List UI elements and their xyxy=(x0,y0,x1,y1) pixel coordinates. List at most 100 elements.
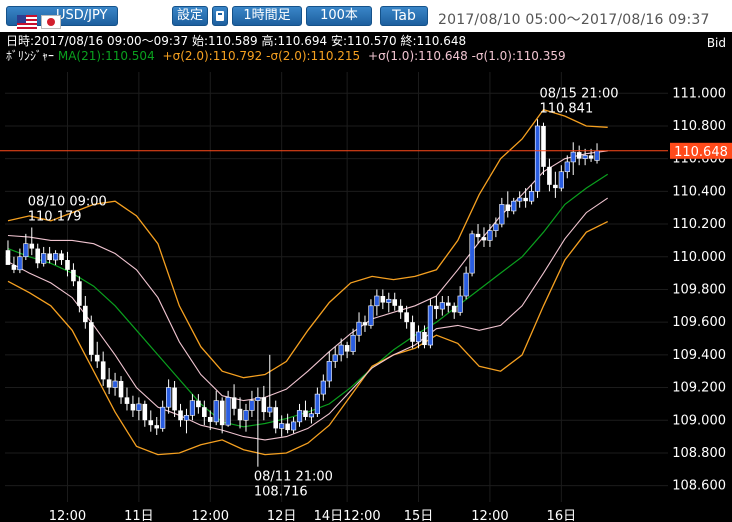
candle-body xyxy=(124,397,130,404)
candle-body xyxy=(273,407,279,429)
candle-body xyxy=(362,322,368,326)
symbol-selector[interactable]: USD/JPY xyxy=(6,6,118,29)
candle-body xyxy=(142,403,148,421)
candle-body xyxy=(553,184,558,189)
candle-body xyxy=(237,408,243,421)
x-tick-label: 12:00 xyxy=(471,509,508,522)
candle-body xyxy=(100,361,106,380)
candle-body xyxy=(445,302,451,306)
candle-body xyxy=(404,312,409,323)
toolbar: USD/JPY 設定 1時間足 100本 Tab 2017/08/10 05:0… xyxy=(0,0,732,32)
bar-count-button[interactable]: 100本 xyxy=(306,6,372,26)
candle-body xyxy=(415,331,422,343)
candle-body xyxy=(249,400,255,411)
y-tick-label: 109.400 xyxy=(672,348,726,363)
candle-body xyxy=(451,305,457,313)
candle-body xyxy=(594,150,600,161)
sigma2-info: +σ(2.0):110.792 -σ(2.0):110.215 xyxy=(163,49,361,63)
candle-body xyxy=(576,152,582,159)
us-flag-icon xyxy=(17,15,37,29)
candle-body xyxy=(71,269,76,282)
candle-body xyxy=(172,387,177,411)
candle-body xyxy=(112,380,118,388)
candle-body xyxy=(148,420,154,426)
ohlc-info: 日時:2017/08/16 09:00〜09:37 始:110.589 高:11… xyxy=(6,33,466,48)
price-type-label: Bid xyxy=(707,36,726,50)
y-tick-label: 110.800 xyxy=(672,119,726,134)
candle-body xyxy=(267,406,273,413)
candle-body xyxy=(136,403,142,411)
candle-body xyxy=(52,253,59,261)
candle-body xyxy=(499,204,505,225)
candle-body xyxy=(154,425,160,429)
candle-body xyxy=(392,299,398,306)
candle-body xyxy=(83,305,88,323)
candle-body xyxy=(541,125,546,167)
candle-body xyxy=(344,345,350,352)
candle-body xyxy=(225,397,231,426)
calculator-button[interactable] xyxy=(212,6,228,26)
chart-background xyxy=(0,32,732,522)
bollinger-label: ﾎﾞﾘﾝｼﾞｬｰ xyxy=(6,49,54,63)
candle-body xyxy=(207,416,213,422)
symbol-label: USD/JPY xyxy=(56,8,108,23)
calculator-icon xyxy=(216,11,224,21)
candle-body xyxy=(398,305,403,313)
candle-body xyxy=(457,295,463,313)
candle-body xyxy=(290,421,297,431)
candle-body xyxy=(434,305,439,310)
sigma1-info: +σ(1.0):110.648 -σ(1.0):110.359 xyxy=(368,49,566,63)
candle-body xyxy=(285,423,290,431)
candle-body xyxy=(196,400,201,408)
candle-body xyxy=(439,302,445,310)
candle-body xyxy=(422,331,427,346)
candle-body xyxy=(570,151,576,163)
tab-button[interactable]: Tab xyxy=(380,6,428,26)
candle-body xyxy=(243,410,249,421)
candle-body xyxy=(17,256,23,271)
y-tick-label: 109.800 xyxy=(672,282,726,297)
candle-body xyxy=(5,250,11,265)
timeframe-button[interactable]: 1時間足 xyxy=(232,6,302,26)
x-tick-label: 12日 xyxy=(267,509,297,522)
ma-info: MA(21):110.504 xyxy=(58,49,155,63)
x-tick-label: 12:00 xyxy=(49,509,86,522)
candle-body xyxy=(534,125,541,192)
candle-body xyxy=(178,410,183,421)
candle-body xyxy=(130,403,136,411)
candle-body xyxy=(231,397,237,409)
candle-body xyxy=(469,233,475,274)
annotation-price: 108.716 xyxy=(254,485,308,500)
candle-body xyxy=(106,379,112,388)
candle-body xyxy=(523,197,528,202)
candle xyxy=(534,119,541,198)
candle-body xyxy=(77,281,82,306)
candle xyxy=(469,230,475,277)
candle-body xyxy=(356,321,362,336)
x-tick-label: 16日 xyxy=(547,509,577,522)
annotation-time: 08/15 21:00 xyxy=(539,86,618,101)
candle xyxy=(427,299,434,349)
candlestick-chart[interactable]: 08/10 09:00110.179 08/11 21:00108.716 08/1… xyxy=(0,32,732,522)
annotation-price: 110.841 xyxy=(539,101,593,116)
date-range: 2017/08/10 05:00〜2017/08/16 09:37 xyxy=(438,12,710,28)
candle-body xyxy=(23,243,29,258)
candle-body xyxy=(189,400,196,416)
jp-flag-icon xyxy=(41,15,61,29)
x-tick-label: 15日 xyxy=(404,509,434,522)
candle-body xyxy=(481,237,487,241)
settings-button[interactable]: 設定 xyxy=(172,6,208,26)
candle-body xyxy=(118,381,124,398)
candle-body xyxy=(368,305,374,326)
y-tick-label: 111.000 xyxy=(672,86,726,101)
candle-body xyxy=(303,410,308,417)
candle-body xyxy=(380,295,386,303)
candle-body xyxy=(35,248,41,264)
candle-body xyxy=(59,253,64,261)
candle-body xyxy=(374,295,380,307)
candle-body xyxy=(219,400,225,426)
candle-body xyxy=(160,406,166,429)
candle-body xyxy=(487,230,493,241)
candle-body xyxy=(65,260,70,270)
candle-body xyxy=(279,423,285,429)
